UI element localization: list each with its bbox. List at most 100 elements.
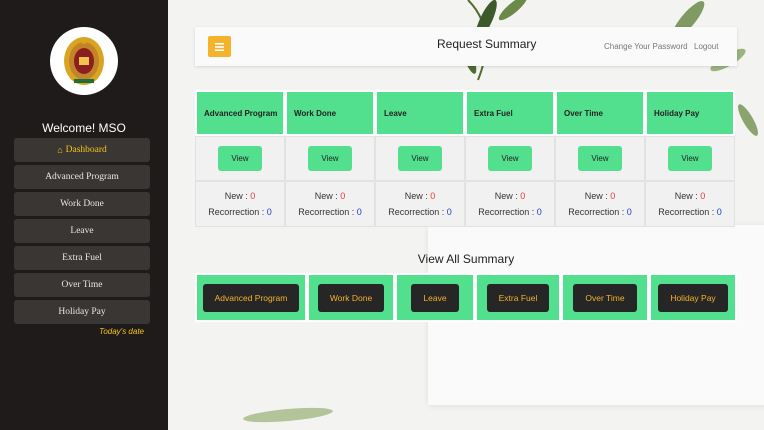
- recorrection-count: 0: [266, 207, 272, 217]
- home-icon: ⌂: [57, 145, 63, 155]
- all-holiday-pay-button[interactable]: Holiday Pay: [658, 283, 728, 312]
- new-label: New :: [314, 191, 338, 201]
- new-count: 0: [430, 191, 436, 201]
- sidebar-item-over-time[interactable]: Over Time: [14, 273, 150, 297]
- table-cell: Work Done: [307, 273, 395, 322]
- menu-icon: [215, 42, 224, 51]
- sidebar-item-label: Leave: [70, 226, 94, 236]
- new-count-line: New : 0: [405, 188, 436, 204]
- column-header: Extra Fuel: [465, 90, 555, 136]
- table-cell: Holiday Pay: [649, 273, 737, 322]
- new-count-line: New : 0: [225, 188, 256, 204]
- column-header: Over Time: [555, 90, 645, 136]
- table-cell: Advanced Program: [195, 273, 307, 322]
- view-extra-fuel-button[interactable]: View: [488, 146, 532, 171]
- menu-toggle-button[interactable]: [208, 36, 231, 57]
- sidebar-nav: ⌂ Dashboard Advanced Program Work Done L…: [14, 138, 150, 327]
- change-password-link[interactable]: Change Your Password: [604, 42, 688, 51]
- recorrection-label: Recorrection :: [298, 207, 355, 217]
- counts-cell: New : 0 Recorrection : 0: [465, 181, 555, 227]
- sidebar-item-leave[interactable]: Leave: [14, 219, 150, 243]
- column-header: Leave: [375, 90, 465, 136]
- sidebar-item-label: Dashboard: [65, 145, 107, 155]
- welcome-text: Welcome! MSO: [42, 121, 126, 135]
- emblem-icon: [64, 37, 104, 85]
- summary-header-row: Advanced Program Work Done Leave Extra F…: [195, 90, 737, 136]
- table-cell: View: [285, 136, 375, 181]
- new-count-line: New : 0: [315, 188, 346, 204]
- table-cell: View: [465, 136, 555, 181]
- new-count-line: New : 0: [495, 188, 526, 204]
- sidebar-item-label: Work Done: [60, 199, 104, 209]
- recorrection-label: Recorrection :: [658, 207, 715, 217]
- table-cell: View: [375, 136, 465, 181]
- all-over-time-button[interactable]: Over Time: [573, 283, 637, 312]
- table-cell: Extra Fuel: [475, 273, 561, 322]
- recorrection-label: Recorrection :: [478, 207, 535, 217]
- new-label: New :: [674, 191, 698, 201]
- table-cell: View: [645, 136, 735, 181]
- recorrection-count: 0: [716, 207, 722, 217]
- table-cell: Leave: [395, 273, 475, 322]
- counts-cell: New : 0 Recorrection : 0: [375, 181, 465, 227]
- summary-counts-row: New : 0 Recorrection : 0 New : 0 Recorre…: [195, 181, 737, 227]
- recorrection-count: 0: [356, 207, 362, 217]
- counts-cell: New : 0 Recorrection : 0: [195, 181, 285, 227]
- all-extra-fuel-button[interactable]: Extra Fuel: [486, 283, 550, 312]
- sidebar-item-label: Advanced Program: [45, 172, 119, 182]
- column-header: Holiday Pay: [645, 90, 735, 136]
- recorrection-count-line: Recorrection : 0: [568, 204, 632, 220]
- new-count: 0: [520, 191, 526, 201]
- counts-cell: New : 0 Recorrection : 0: [285, 181, 375, 227]
- recorrection-count: 0: [536, 207, 542, 217]
- recorrection-label: Recorrection :: [388, 207, 445, 217]
- view-holiday-pay-button[interactable]: View: [668, 146, 712, 171]
- all-leave-button[interactable]: Leave: [411, 283, 459, 312]
- new-label: New :: [494, 191, 518, 201]
- view-over-time-button[interactable]: View: [578, 146, 622, 171]
- recorrection-count-line: Recorrection : 0: [208, 204, 272, 220]
- sidebar-item-label: Over Time: [61, 280, 103, 290]
- new-label: New :: [224, 191, 248, 201]
- all-work-done-button[interactable]: Work Done: [317, 283, 385, 312]
- new-count-line: New : 0: [585, 188, 616, 204]
- counts-cell: New : 0 Recorrection : 0: [555, 181, 645, 227]
- recorrection-count-line: Recorrection : 0: [388, 204, 452, 220]
- new-count: 0: [610, 191, 616, 201]
- new-label: New :: [404, 191, 428, 201]
- view-all-summary-row: Advanced Program Work Done Leave Extra F…: [195, 273, 737, 322]
- sidebar: Welcome! MSO ⌂ Dashboard Advanced Progra…: [0, 0, 168, 430]
- new-label: New :: [584, 191, 608, 201]
- top-header: Request Summary Change Your Password Log…: [195, 27, 737, 66]
- recorrection-count-line: Recorrection : 0: [478, 204, 542, 220]
- new-count: 0: [340, 191, 346, 201]
- today-date: Today's date: [99, 327, 144, 336]
- logout-link[interactable]: Logout: [694, 42, 718, 51]
- sidebar-item-work-done[interactable]: Work Done: [14, 192, 150, 216]
- table-cell: View: [555, 136, 645, 181]
- column-header: Work Done: [285, 90, 375, 136]
- new-count-line: New : 0: [675, 188, 706, 204]
- all-advanced-program-button[interactable]: Advanced Program: [202, 283, 300, 312]
- view-advanced-program-button[interactable]: View: [218, 146, 262, 171]
- sidebar-item-advanced-program[interactable]: Advanced Program: [14, 165, 150, 189]
- table-cell: View: [195, 136, 285, 181]
- recorrection-count-line: Recorrection : 0: [298, 204, 362, 220]
- view-leave-button[interactable]: View: [398, 146, 442, 171]
- page-title: Request Summary: [437, 37, 537, 51]
- new-count: 0: [250, 191, 256, 201]
- emblem-logo: [50, 27, 118, 95]
- view-work-done-button[interactable]: View: [308, 146, 352, 171]
- recorrection-label: Recorrection :: [208, 207, 265, 217]
- sidebar-item-dashboard[interactable]: ⌂ Dashboard: [14, 138, 150, 162]
- request-summary-table: Advanced Program Work Done Leave Extra F…: [195, 90, 737, 227]
- sidebar-item-label: Holiday Pay: [58, 307, 106, 317]
- sidebar-item-holiday-pay[interactable]: Holiday Pay: [14, 300, 150, 324]
- view-all-title: View All Summary: [417, 252, 515, 266]
- summary-button-row: View View View View View View: [195, 136, 737, 181]
- column-header: Advanced Program: [195, 90, 285, 136]
- counts-cell: New : 0 Recorrection : 0: [645, 181, 735, 227]
- sidebar-item-extra-fuel[interactable]: Extra Fuel: [14, 246, 150, 270]
- recorrection-count-line: Recorrection : 0: [658, 204, 722, 220]
- new-count: 0: [700, 191, 706, 201]
